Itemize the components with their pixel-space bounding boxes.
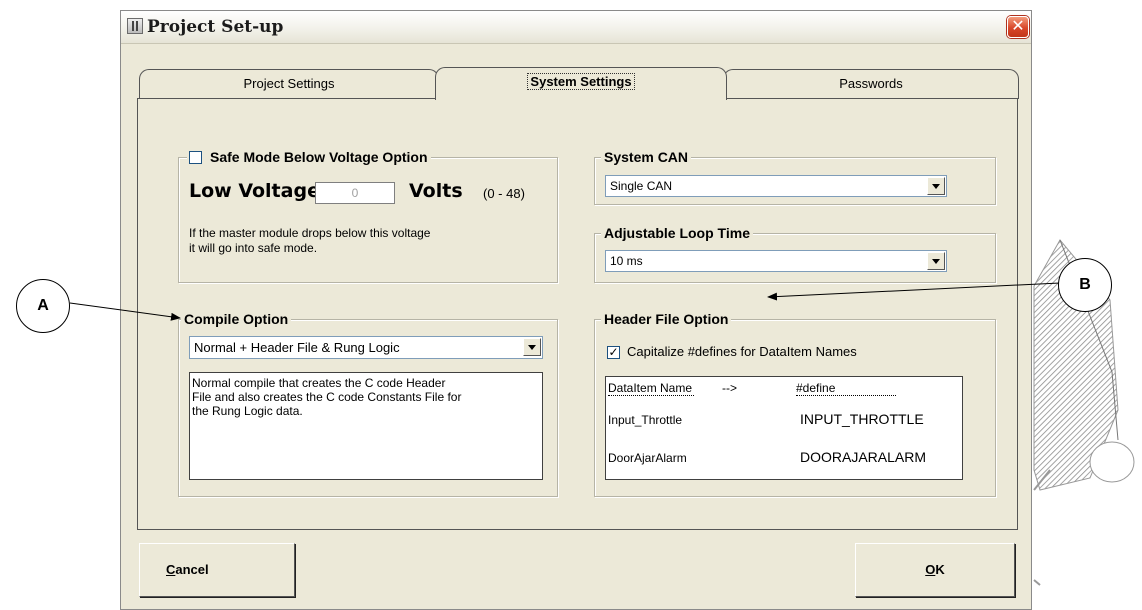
tab-label: System Settings [527, 73, 635, 90]
callout-a: A [16, 279, 70, 333]
tab-system-settings[interactable]: System Settings [435, 67, 727, 100]
callout-b-arrow [767, 282, 1061, 301]
callout-a-arrow [69, 302, 181, 321]
callout-b: B [1058, 258, 1112, 312]
